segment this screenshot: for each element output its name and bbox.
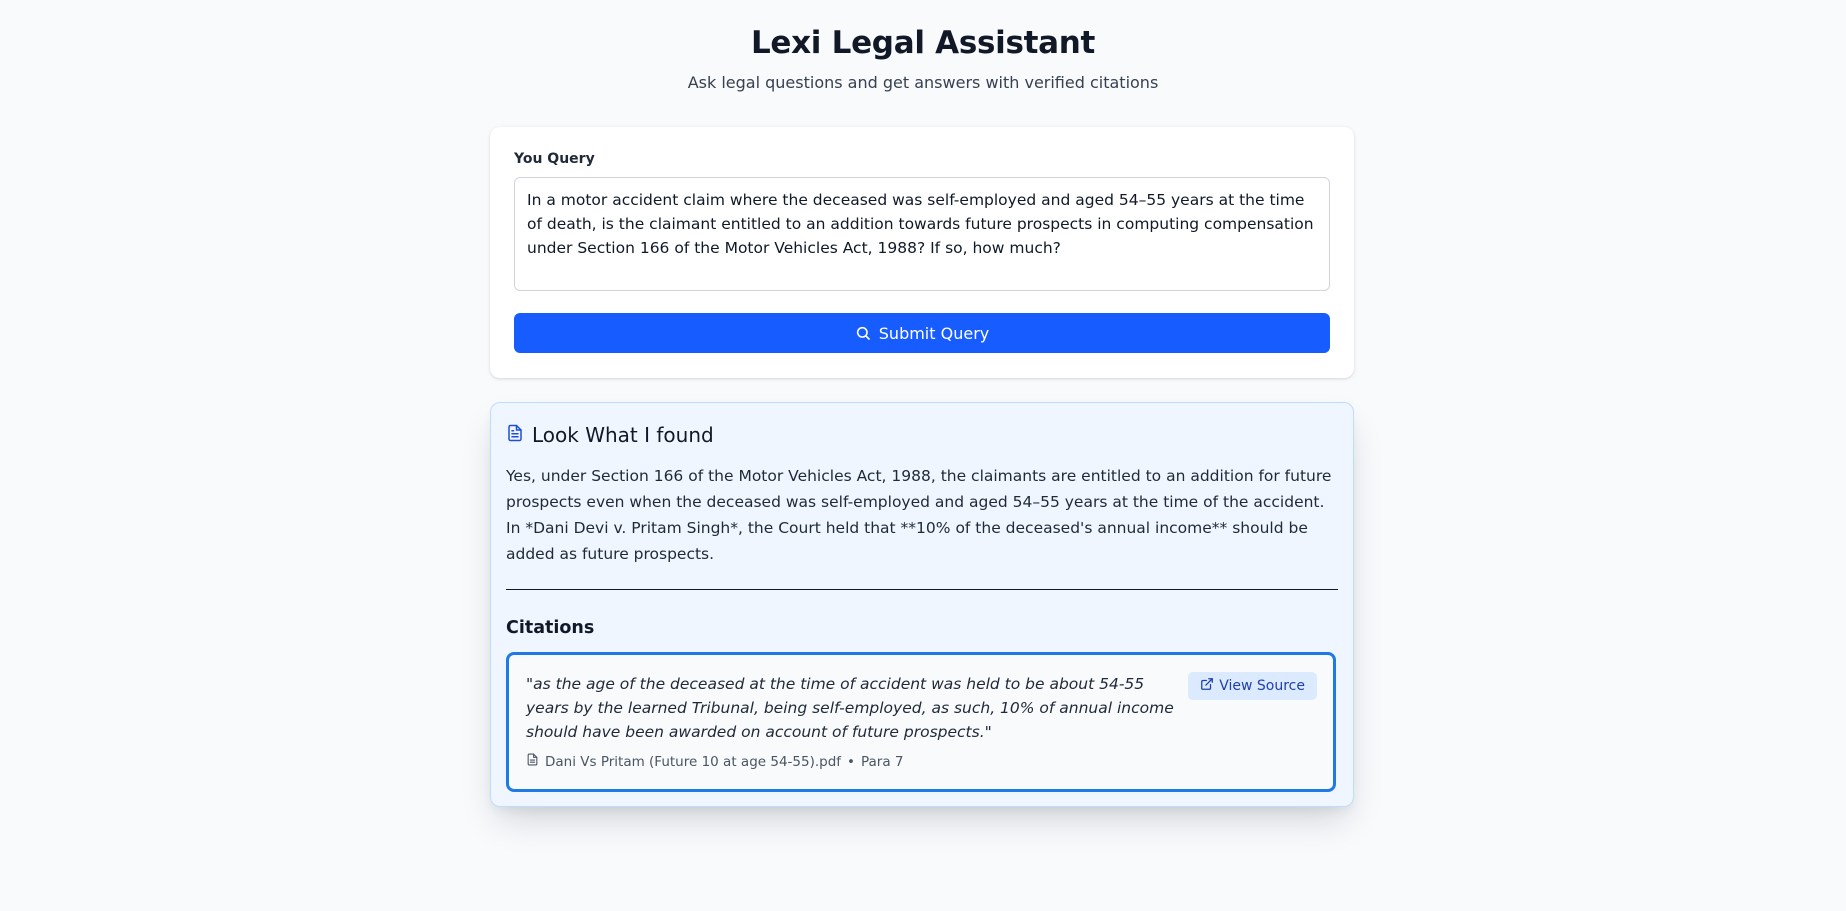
file-icon xyxy=(526,752,539,771)
view-source-button[interactable]: View Source xyxy=(1188,672,1317,700)
divider xyxy=(506,589,1338,590)
result-heading: Look What I found xyxy=(506,423,1338,447)
result-card: Look What I found Yes, under Section 166… xyxy=(490,402,1354,807)
citation-card: "as the age of the deceased at the time … xyxy=(506,652,1336,792)
query-input[interactable]: In a motor accident claim where the dece… xyxy=(514,177,1330,291)
query-label: You Query xyxy=(514,151,595,167)
external-link-icon xyxy=(1200,677,1214,695)
submit-query-label: Submit Query xyxy=(878,323,990,343)
document-icon xyxy=(506,423,524,447)
citations-heading: Citations xyxy=(506,618,595,638)
page-title: Lexi Legal Assistant xyxy=(750,25,1096,61)
citation-paragraph: Para 7 xyxy=(861,753,904,770)
citation-source-file: Dani Vs Pritam (Future 10 at age 54-55).… xyxy=(545,753,842,770)
page-header: Lexi Legal Assistant Ask legal questions… xyxy=(0,0,1846,92)
view-source-label: View Source xyxy=(1219,678,1305,694)
answer-text: Yes, under Section 166 of the Motor Vehi… xyxy=(506,467,1332,563)
page: Lexi Legal Assistant Ask legal questions… xyxy=(0,0,1846,911)
citation-separator: • xyxy=(847,753,855,770)
submit-query-button[interactable]: Submit Query xyxy=(514,313,1330,353)
page-subtitle: Ask legal questions and get answers with… xyxy=(687,73,1159,92)
citation-meta: Dani Vs Pritam (Future 10 at age 54-55).… xyxy=(526,752,1183,771)
query-card: You Query In a motor accident claim wher… xyxy=(490,127,1354,378)
citation-quote: "as the age of the deceased at the time … xyxy=(526,675,1174,741)
result-title: Look What I found xyxy=(532,423,714,447)
search-icon xyxy=(855,325,871,341)
